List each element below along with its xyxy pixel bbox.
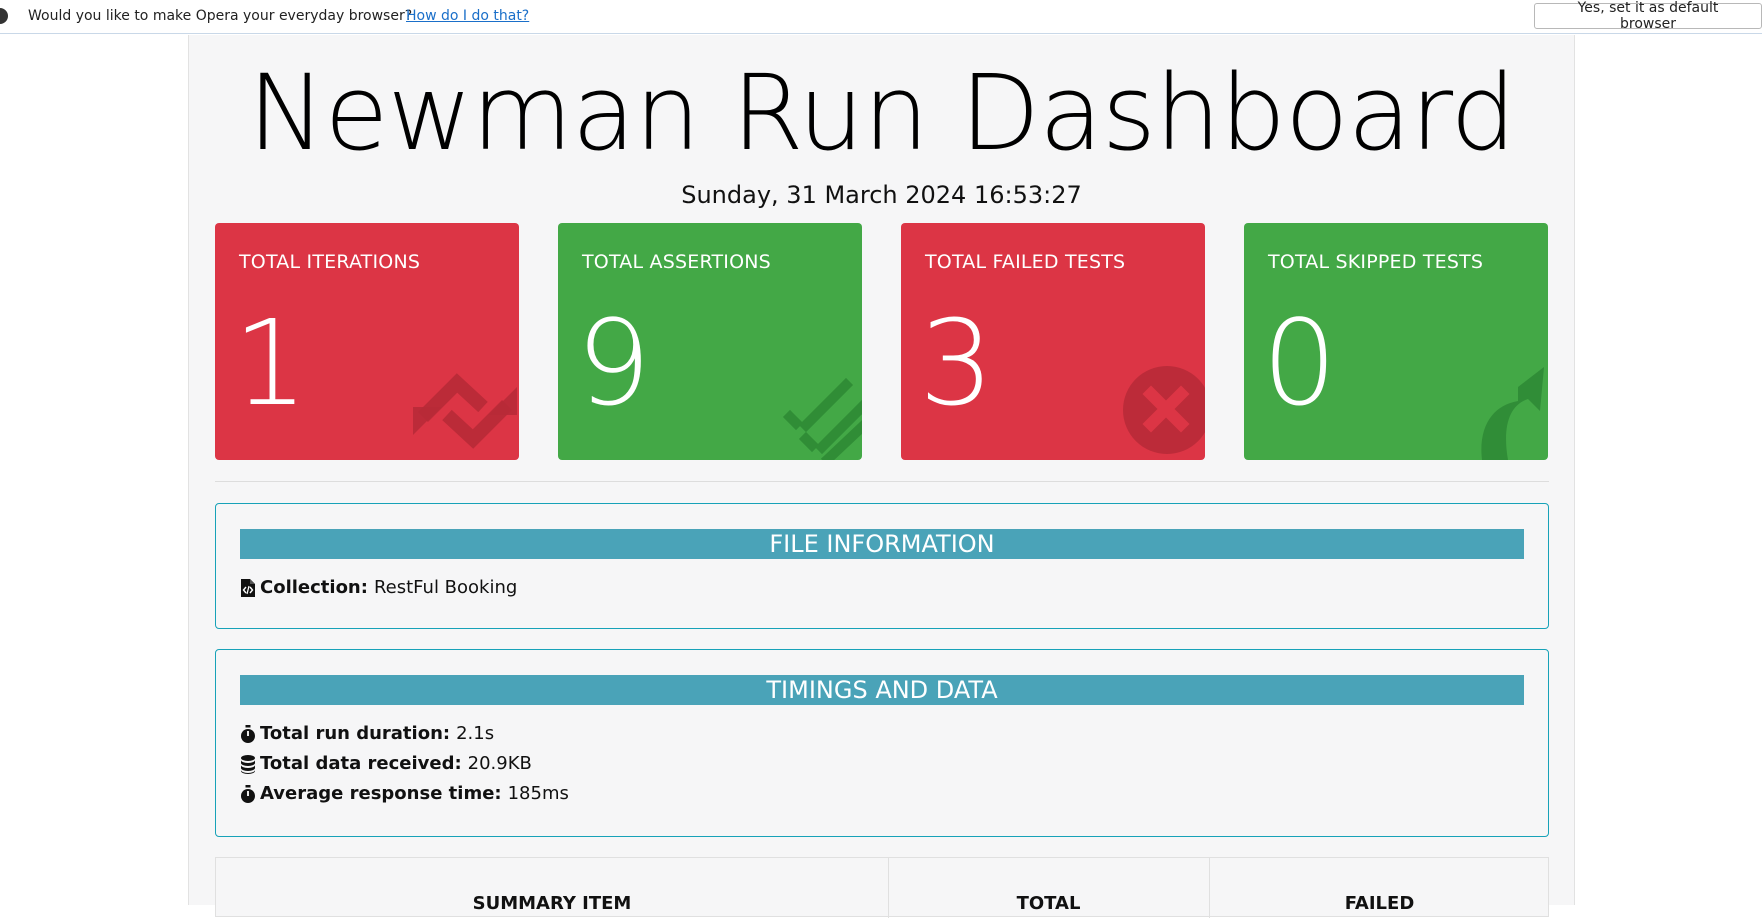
total-header: TOTAL (1016, 892, 1081, 914)
list-check-icon (782, 377, 862, 460)
total-data-received-value: 20.9KB (467, 753, 532, 774)
stopwatch-icon (241, 724, 255, 743)
failed-header: FAILED (1344, 892, 1415, 914)
opera-logo-icon (0, 8, 8, 24)
total-data-received-row: Total data received: 20.9KB (240, 753, 532, 774)
total-iterations-card: TOTAL ITERATIONS 1 (215, 223, 519, 460)
default-browser-message: Would you like to make Opera your everyd… (28, 8, 413, 24)
card-label: TOTAL ITERATIONS (239, 251, 421, 273)
card-value: 1 (233, 294, 309, 432)
section-divider (215, 481, 1549, 482)
file-information-panel: FILE INFORMATION Collection: RestFul Boo… (215, 503, 1549, 629)
total-data-received-label: Total data received: (260, 753, 462, 774)
average-response-time-value: 185ms (507, 783, 569, 804)
collection-value: RestFul Booking (373, 577, 518, 598)
database-icon (241, 754, 255, 774)
stopwatch-icon (241, 784, 255, 803)
timings-and-data-panel: TIMINGS AND DATA Total run duration: 2.1… (215, 649, 1549, 837)
page-title: Newman Run Dashboard (247, 52, 1517, 174)
total-run-duration-row: Total run duration: 2.1s (240, 723, 494, 744)
average-response-time-row: Average response time: 185ms (240, 783, 569, 804)
total-skipped-tests-card: TOTAL SKIPPED TESTS 0 (1244, 223, 1548, 460)
timings-and-data-header: TIMINGS AND DATA (240, 675, 1524, 705)
card-value: 3 (919, 294, 995, 432)
summary-table: SUMMARY ITEM TOTAL FAILED (215, 857, 1549, 918)
times-circle-icon (1123, 366, 1205, 454)
share-arrow-icon (1481, 367, 1544, 460)
run-date: Sunday, 31 March 2024 16:53:27 (681, 181, 1082, 209)
total-run-duration-value: 2.1s (456, 723, 495, 744)
card-value: 9 (576, 294, 652, 432)
default-browser-bar: Would you like to make Opera your everyd… (0, 0, 1762, 34)
card-label: TOTAL ASSERTIONS (582, 251, 771, 273)
card-value: 0 (1262, 294, 1338, 432)
how-do-i-link[interactable]: How do I do that? (406, 8, 529, 24)
total-assertions-card: TOTAL ASSERTIONS 9 (558, 223, 862, 460)
collection-label: Collection: (260, 577, 368, 598)
card-label: TOTAL SKIPPED TESTS (1268, 251, 1484, 273)
average-response-time-label: Average response time: (260, 783, 502, 804)
sync-icon (413, 373, 517, 449)
file-information-header: FILE INFORMATION (240, 529, 1524, 559)
card-label: TOTAL FAILED TESTS (925, 251, 1126, 273)
set-default-browser-button[interactable]: Yes, set it as default browser (1534, 0, 1762, 32)
total-failed-tests-card: TOTAL FAILED TESTS 3 (901, 223, 1205, 460)
collection-row: Collection: RestFul Booking (240, 577, 517, 598)
summary-item-header: SUMMARY ITEM (472, 892, 632, 914)
dashboard-container: Newman Run Dashboard Sunday, 31 March 20… (188, 35, 1575, 918)
file-code-icon (241, 578, 255, 597)
total-run-duration-label: Total run duration: (260, 723, 451, 744)
